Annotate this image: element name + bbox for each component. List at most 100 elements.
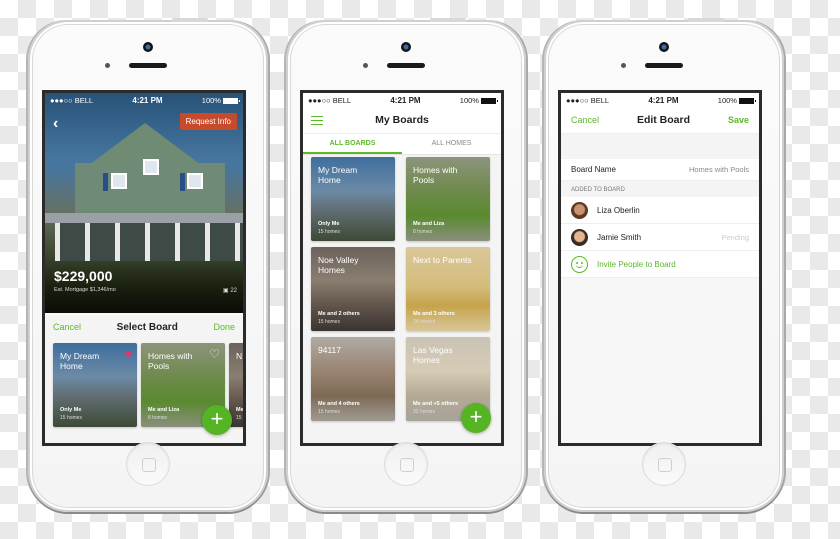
board-title: Homes with Pools xyxy=(148,351,193,371)
board-card[interactable]: 94117 Me and 4 others 15 homes xyxy=(311,337,395,421)
board-members: Only Me xyxy=(60,407,82,413)
cancel-button[interactable]: Cancel xyxy=(53,322,81,332)
board-name-value[interactable]: Homes with Pools xyxy=(689,165,749,174)
status-bar: ●●●○○ BELL 4:21 PM 100% xyxy=(561,93,759,107)
board-title: Las Vegas Homes xyxy=(413,345,453,365)
board-count: 15 homes xyxy=(60,415,82,421)
board-members: Me and Liza xyxy=(148,407,180,413)
sensor xyxy=(621,63,626,68)
request-info-button[interactable]: Request Info xyxy=(179,113,237,130)
board-count: 15 homes xyxy=(318,229,340,235)
battery-percent: 100% xyxy=(201,95,221,105)
cancel-button[interactable]: Cancel xyxy=(571,115,599,125)
member-row[interactable]: Jamie Smith Pending xyxy=(561,224,759,251)
home-button[interactable] xyxy=(384,442,428,486)
phone-my-boards: ●●●○○ BELL 4:21 PM 100% My Boards ALL BO… xyxy=(286,18,526,512)
sheet-header: Cancel Select Board Done xyxy=(45,315,243,339)
screen: ●●●○○ BELL 4:21 PM 100% My Boards ALL BO… xyxy=(300,90,504,446)
nav-bar: Cancel Edit Board Save xyxy=(561,107,759,133)
home-button[interactable] xyxy=(126,442,170,486)
camera-icon xyxy=(143,42,153,52)
clock: 4:21 PM xyxy=(648,95,679,105)
board-count: 24 homes xyxy=(413,319,435,325)
heart-outline-icon[interactable]: ♡ xyxy=(209,348,220,360)
shutter xyxy=(180,173,185,191)
window xyxy=(143,159,159,175)
board-card[interactable]: Noe Valley Homes Me and 2 others 15 home… xyxy=(311,247,395,331)
speaker-grille xyxy=(645,63,683,68)
hamburger-menu-icon[interactable] xyxy=(311,116,323,125)
tab-bar: ALL BOARDS ALL HOMES xyxy=(303,133,501,155)
member-name: Jamie Smith xyxy=(597,232,642,242)
board-members: Me and 4 others xyxy=(318,401,360,407)
camera-icon xyxy=(401,42,411,52)
carrier: ●●●○○ BELL xyxy=(566,95,610,105)
board-members: Me and 2 others xyxy=(318,311,360,317)
board-card[interactable]: N H Me 15 xyxy=(229,343,244,427)
board-count: 15 xyxy=(236,415,242,421)
porch xyxy=(55,223,243,261)
chevron-left-icon[interactable]: ‹ xyxy=(53,115,58,133)
speaker-grille xyxy=(387,63,425,68)
pending-status: Pending xyxy=(721,232,749,242)
status-bar: ●●●○○ BELL 4:21 PM 100% xyxy=(303,93,501,107)
board-members: Me xyxy=(236,407,244,413)
invite-label: Invite People to Board xyxy=(597,259,676,269)
board-count: 15 homes xyxy=(318,319,340,325)
board-count: 8 homes xyxy=(413,229,433,235)
board-title: 94117 xyxy=(318,345,342,355)
section-spacer xyxy=(561,133,759,159)
board-card[interactable]: My Dream Home ♥ Only Me 15 homes xyxy=(53,343,137,427)
board-count: 8 homes xyxy=(148,415,168,421)
heart-filled-icon[interactable]: ♥ xyxy=(125,348,132,360)
board-members: Me and +5 others xyxy=(413,401,459,407)
tab-all-boards[interactable]: ALL BOARDS xyxy=(303,134,402,154)
carrier: ●●●○○ BELL xyxy=(308,95,352,105)
photo-count[interactable]: ▣ 22 xyxy=(223,287,237,294)
add-board-button[interactable]: + xyxy=(202,405,232,435)
board-card[interactable]: Next to Parents Me and 3 others 24 homes xyxy=(406,247,490,331)
sensor xyxy=(105,63,110,68)
board-title: My Dream Home xyxy=(318,165,358,185)
board-members: Me and 3 others xyxy=(413,311,455,317)
home-button[interactable] xyxy=(642,442,686,486)
board-name-field[interactable]: Board Name Homes with Pools xyxy=(561,159,759,181)
carrier: ●●●○○ BELL xyxy=(50,95,94,105)
speaker-grille xyxy=(129,63,167,68)
add-board-button[interactable]: + xyxy=(461,403,491,433)
member-row[interactable]: Liza Oberlin xyxy=(561,197,759,224)
photo-count-value: 22 xyxy=(230,288,237,294)
page-title: Edit Board xyxy=(636,114,691,126)
save-button[interactable]: Save xyxy=(728,115,749,125)
tab-all-homes[interactable]: ALL HOMES xyxy=(402,134,501,154)
sheet-title: Select Board xyxy=(116,321,178,333)
battery-percent: 100% xyxy=(459,95,479,105)
invite-people-button[interactable]: Invite People to Board xyxy=(561,251,759,278)
clock: 4:21 PM xyxy=(390,95,421,105)
porch-roof xyxy=(45,213,243,223)
board-card[interactable]: My Dream Home Only Me 15 homes xyxy=(311,157,395,241)
window xyxy=(111,173,127,189)
avatar xyxy=(571,201,588,219)
battery-indicator: 100% xyxy=(459,95,498,105)
battery-percent: 100% xyxy=(717,95,737,105)
screen: ●●●○○ BELL 4:21 PM 100% Cancel Edit Boar… xyxy=(558,90,762,446)
select-board-sheet: Cancel Select Board Done My Dream Home ♥… xyxy=(45,315,243,443)
phone-edit-board: ●●●○○ BELL 4:21 PM 100% Cancel Edit Boar… xyxy=(544,18,784,512)
sensor xyxy=(363,63,368,68)
done-button[interactable]: Done xyxy=(213,322,235,332)
board-name-label: Board Name xyxy=(571,165,616,174)
board-count: 32 homes xyxy=(413,409,435,415)
board-count: 15 homes xyxy=(318,409,340,415)
mortgage-estimate: Est. Mortgage $1,346/mo xyxy=(54,287,116,293)
listing-price: $229,000 xyxy=(54,268,113,284)
board-title: N H xyxy=(236,351,243,361)
board-title: Next to Parents xyxy=(413,255,472,265)
shutter xyxy=(103,173,108,191)
smiley-icon xyxy=(571,255,588,273)
board-card[interactable]: Homes with Pools Me and Liza 8 homes xyxy=(406,157,490,241)
status-bar: ●●●○○ BELL 4:21 PM 100% xyxy=(45,93,243,107)
window xyxy=(187,173,203,189)
screen: ●●●○○ BELL 4:21 PM 100% ‹ Request Info $… xyxy=(42,90,246,446)
page-title: My Boards xyxy=(375,114,429,126)
